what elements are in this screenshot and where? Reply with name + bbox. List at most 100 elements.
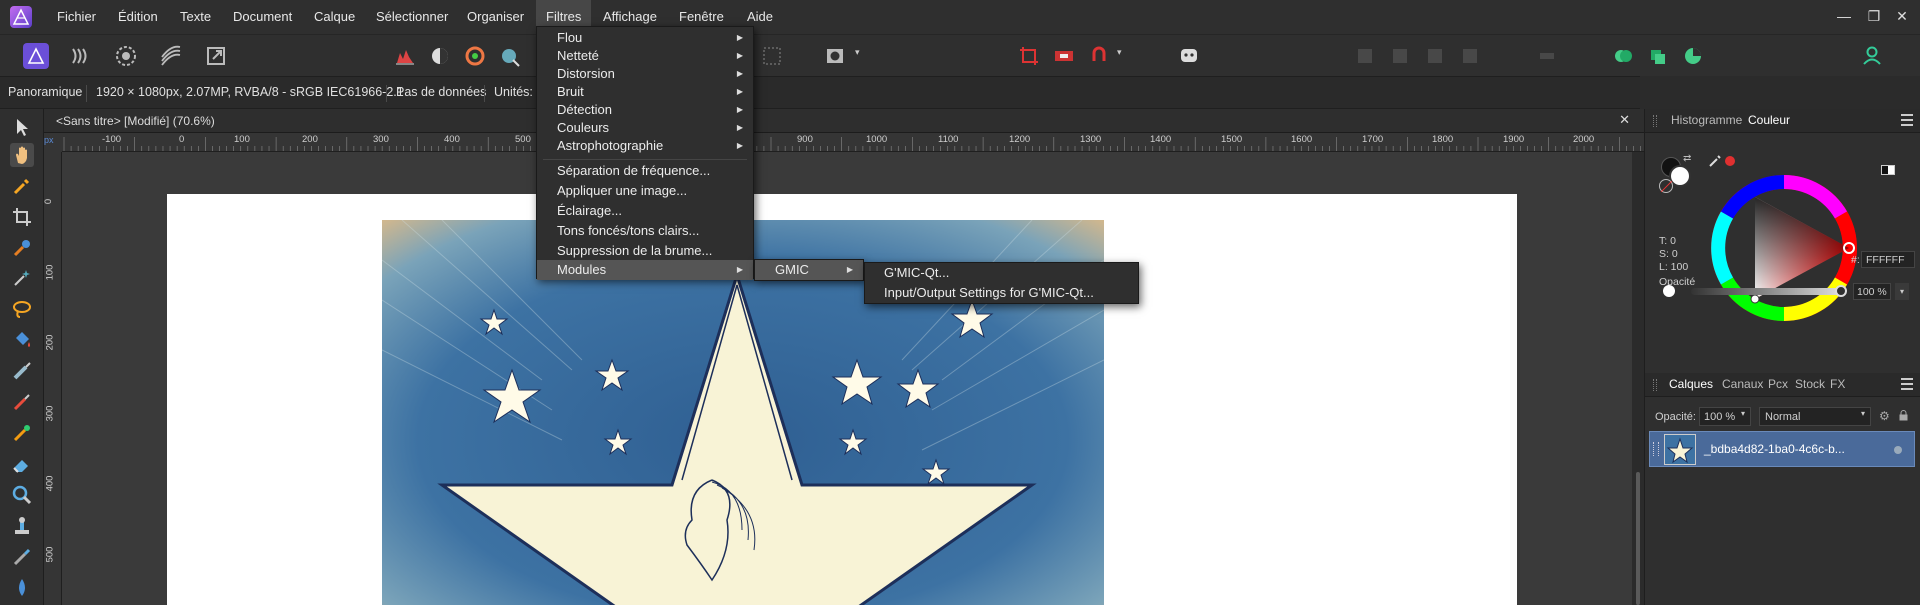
- menu-item-eclairage[interactable]: Éclairage...: [537, 201, 753, 221]
- no-color-icon[interactable]: [1659, 179, 1673, 193]
- distribute-icon[interactable]: [1420, 41, 1450, 71]
- layer-opacity-chevron-icon[interactable]: ▾: [1741, 409, 1745, 418]
- gradient-tool-icon[interactable]: [10, 359, 34, 383]
- opacity-input[interactable]: 100 %: [1853, 283, 1891, 300]
- grid-icon[interactable]: [757, 41, 787, 71]
- menu-item-tons-fonces-clairs[interactable]: Tons foncés/tons clairs...: [537, 221, 753, 241]
- vertical-scrollbar[interactable]: [1632, 152, 1644, 605]
- layer-drag-handle-icon[interactable]: [1653, 442, 1659, 456]
- opacity-slider[interactable]: [1691, 288, 1841, 295]
- color-panel-menu-icon[interactable]: [1901, 114, 1913, 126]
- panel-grip-icon[interactable]: [1653, 379, 1657, 391]
- menu-item-nettete[interactable]: Netteté ▶: [537, 46, 753, 66]
- paint-brush-tool-icon[interactable]: [10, 390, 34, 414]
- zoom-tool-icon[interactable]: [10, 483, 34, 507]
- mask-dropdown-chevron-icon[interactable]: ▾: [855, 47, 865, 63]
- tab-histogramme[interactable]: Histogramme: [1671, 113, 1742, 127]
- menu-item-flou[interactable]: Flou ▶: [537, 28, 753, 48]
- move-tool-icon[interactable]: [10, 115, 34, 139]
- snapping-icon[interactable]: [1084, 41, 1114, 71]
- layers-panel-menu-icon[interactable]: [1901, 378, 1913, 390]
- menu-item-gmic[interactable]: GMIC ▶: [755, 260, 863, 280]
- menu-calque[interactable]: Calque: [304, 0, 365, 34]
- close-document-icon[interactable]: ✕: [1619, 112, 1630, 128]
- vertical-ruler[interactable]: 0 100 200 300 400 500: [44, 152, 62, 605]
- hex-input[interactable]: FFFFFF: [1861, 251, 1915, 268]
- menu-fichier[interactable]: Fichier: [47, 0, 106, 34]
- document-page[interactable]: [167, 194, 1517, 605]
- crop-icon[interactable]: [1014, 41, 1044, 71]
- selection-mode-icon[interactable]: [1049, 41, 1079, 71]
- document-tab[interactable]: <Sans titre> [Modifié] (70.6%) ✕: [44, 109, 1644, 133]
- blend-mode-chevron-icon[interactable]: ▾: [1861, 409, 1865, 418]
- boolean-add-icon[interactable]: [1608, 41, 1638, 71]
- tab-couleur[interactable]: Couleur: [1748, 113, 1790, 127]
- menu-item-modules[interactable]: Modules ▶: [537, 260, 753, 280]
- flip-icon[interactable]: [1532, 41, 1562, 71]
- freehand-selection-tool-icon[interactable]: [10, 297, 34, 321]
- scrollbar-thumb[interactable]: [1636, 472, 1640, 605]
- lock-icon[interactable]: [1899, 409, 1908, 421]
- tab-canaux[interactable]: Canaux: [1722, 377, 1763, 391]
- transform-icon[interactable]: [1455, 41, 1485, 71]
- photo-persona-icon[interactable]: [21, 41, 51, 71]
- restore-button[interactable]: ❐: [1864, 6, 1884, 26]
- minimize-button[interactable]: —: [1834, 6, 1854, 26]
- healing-brush-tool-icon[interactable]: [10, 545, 34, 569]
- opacity-dropdown-chevron-icon[interactable]: ▾: [1895, 283, 1909, 300]
- fill-tool-icon[interactable]: [10, 328, 34, 352]
- flood-select-tool-icon[interactable]: [10, 266, 34, 290]
- export-persona-icon[interactable]: [201, 41, 231, 71]
- white-balance-icon[interactable]: [425, 41, 455, 71]
- color-mode-toggle-icon[interactable]: [1881, 165, 1895, 175]
- layer-row[interactable]: _bdba4d82-1ba0-4c6c-b...: [1649, 431, 1915, 467]
- horizontal-ruler[interactable]: -100 0 100 200 300 400 500 900 1000 1100…: [62, 133, 1644, 152]
- develop-persona-icon[interactable]: [111, 41, 141, 71]
- menu-item-separation-frequence[interactable]: Séparation de fréquence...: [537, 161, 753, 181]
- menu-item-gmic-io-settings[interactable]: Input/Output Settings for G'MIC-Qt...: [865, 283, 1138, 303]
- canvas-area[interactable]: [62, 152, 1632, 605]
- hsl-icon[interactable]: [460, 41, 490, 71]
- clone-stamp-tool-icon[interactable]: [10, 514, 34, 538]
- eyedropper-icon[interactable]: [1707, 153, 1723, 169]
- menu-item-couleurs[interactable]: Couleurs ▶: [537, 118, 753, 138]
- color-picker-tool-icon[interactable]: [10, 174, 34, 198]
- liquify-persona-icon[interactable]: [66, 41, 96, 71]
- menu-organiser[interactable]: Organiser: [457, 0, 534, 34]
- crop-tool-icon[interactable]: [10, 205, 34, 229]
- tone-mapping-persona-icon[interactable]: [156, 41, 186, 71]
- menu-document[interactable]: Document: [223, 0, 302, 34]
- menu-item-distorsion[interactable]: Distorsion ▶: [537, 64, 753, 84]
- account-icon[interactable]: [1857, 41, 1887, 71]
- menu-item-astrophotographie[interactable]: Astrophotographie ▶: [537, 136, 753, 156]
- menu-selectionner[interactable]: Sélectionner: [366, 0, 458, 34]
- tab-calques[interactable]: Calques: [1669, 377, 1713, 391]
- boolean-subtract-icon[interactable]: [1643, 41, 1673, 71]
- tab-stock[interactable]: Stock: [1795, 377, 1825, 391]
- menu-item-appliquer-image[interactable]: Appliquer une image...: [537, 181, 753, 201]
- picked-color-swatch[interactable]: [1725, 156, 1735, 166]
- menu-texte[interactable]: Texte: [170, 0, 221, 34]
- menu-edition[interactable]: Édition: [108, 0, 168, 34]
- selection-brush-tool-icon[interactable]: [10, 236, 34, 260]
- panel-grip-icon[interactable]: [1653, 115, 1657, 127]
- align-icon[interactable]: [1385, 41, 1415, 71]
- close-window-button[interactable]: ✕: [1892, 6, 1912, 26]
- assistant-icon[interactable]: [1174, 41, 1204, 71]
- hand-tool-icon[interactable]: [10, 143, 34, 167]
- ruler-corner[interactable]: px: [44, 133, 62, 152]
- menu-item-detection[interactable]: Détection ▶: [537, 100, 753, 120]
- menu-item-gmic-qt[interactable]: G'MIC-Qt...: [865, 263, 1138, 283]
- boolean-intersect-icon[interactable]: [1678, 41, 1708, 71]
- blend-mode-select[interactable]: Normal: [1759, 407, 1871, 426]
- arrange-icon[interactable]: [1350, 41, 1380, 71]
- menu-item-bruit[interactable]: Bruit ▶: [537, 82, 753, 102]
- tab-fx[interactable]: FX: [1830, 377, 1845, 391]
- blur-brush-tool-icon[interactable]: [10, 576, 34, 600]
- opacity-slider-handle[interactable]: [1835, 285, 1847, 297]
- swap-colors-icon[interactable]: ⇄: [1683, 153, 1693, 164]
- menu-item-suppression-brume[interactable]: Suppression de la brume...: [537, 241, 753, 261]
- color-wheel[interactable]: [1709, 173, 1859, 323]
- tab-pcx[interactable]: Pcx: [1768, 377, 1788, 391]
- auto-adjust-icon[interactable]: [495, 41, 525, 71]
